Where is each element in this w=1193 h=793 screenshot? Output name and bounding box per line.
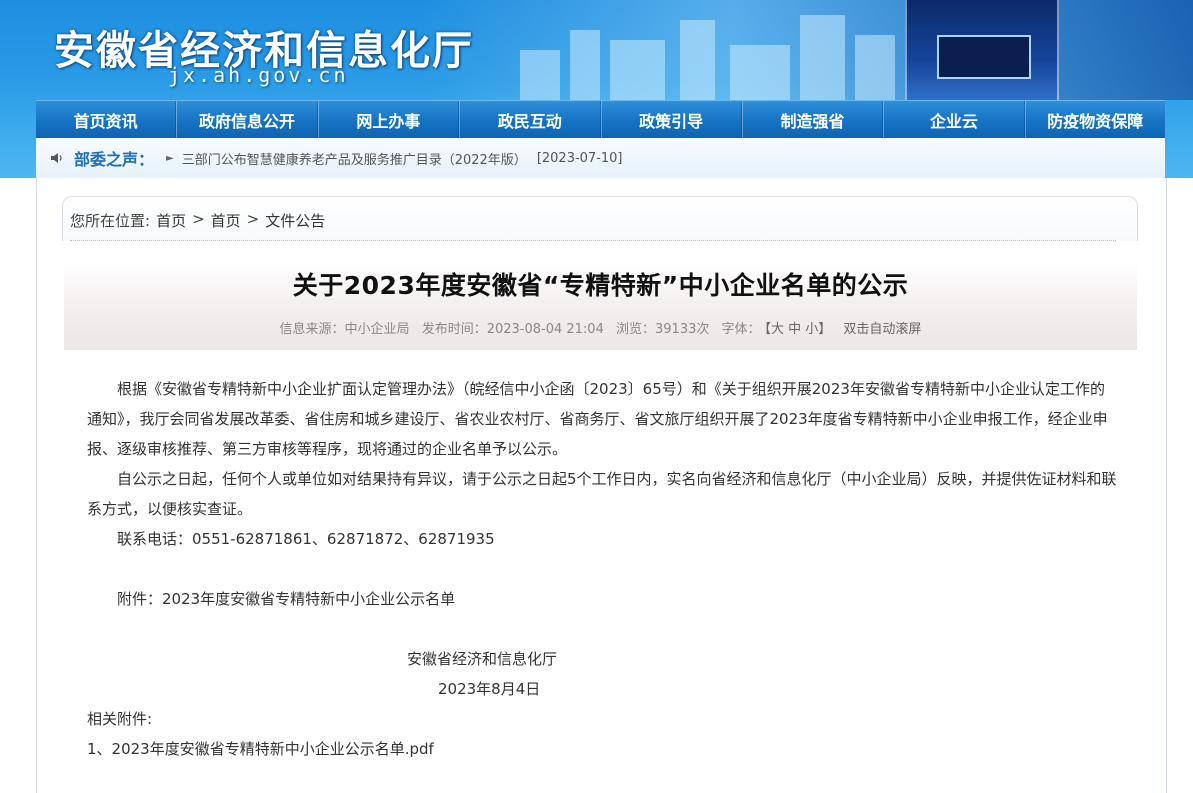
site-domain: jx.ah.gov.cn [168, 63, 349, 87]
banner-building [680, 20, 715, 100]
page-title: 关于2023年度安徽省“专精特新”中小企业名单的公示 [292, 271, 909, 300]
breadcrumb-separator: > [192, 210, 205, 228]
breadcrumb-prefix: 您所在位置: [70, 212, 151, 230]
breadcrumb-divider [70, 240, 1116, 241]
banner-building [800, 15, 845, 100]
signature: 安徽省经济和信息化厅 [407, 650, 558, 668]
breadcrumb-link-home[interactable]: 首页 [156, 210, 186, 231]
breadcrumb: 您所在位置: 首页 > 首页 > 文件公告 [70, 210, 325, 231]
main-nav: 首页资讯 政府信息公开 网上办事 政民互动 政策引导 制造强省 企业云 防疫物资… [36, 100, 1165, 139]
speaker-icon [50, 151, 64, 165]
banner-building [570, 30, 600, 100]
paragraph: 自公示之日起，任何个人或单位如对结果持有异议，请于公示之日起5个工作日内，实名向… [87, 470, 1117, 518]
nav-item-gov-info[interactable]: 政府信息公开 [176, 101, 318, 139]
meta-font-label: 字体： [721, 322, 761, 337]
attachment-file-link[interactable]: 1、2023年度安徽省专精特新中小企业公示名单.pdf [87, 734, 1117, 764]
font-size-switcher[interactable]: 【大 中 小】 [765, 322, 832, 337]
related-attachments-label: 相关附件: [87, 710, 153, 728]
nav-item-home-news[interactable]: 首页资讯 [36, 101, 177, 139]
meta-source: 信息来源：中小企业局 [279, 322, 410, 337]
banner-screen [937, 35, 1031, 79]
article-meta: 信息来源：中小企业局 发布时间：2023-08-04 21:04 浏览：3913… [64, 318, 1137, 337]
nav-item-online-services[interactable]: 网上办事 [317, 101, 460, 139]
auto-scroll-toggle[interactable]: 双击自动滚屏 [843, 322, 921, 337]
banner-building [520, 50, 560, 100]
notice-arrow-icon: ► [166, 152, 174, 164]
meta-views: 浏览：39133次 [616, 322, 710, 337]
banner-tower-image [905, 0, 1059, 100]
notice-label: 部委之声： [74, 150, 155, 169]
banner-building [855, 35, 895, 100]
signature-date: 2023年8月4日 [438, 680, 541, 698]
nav-item-epidemic-supplies[interactable]: 防疫物资保障 [1024, 101, 1165, 139]
paragraph: 根据《安徽省专精特新中小企业扩面认定管理办法》（皖经信中小企函〔2023〕65号… [87, 380, 1108, 458]
notice-link[interactable]: 三部门公布智慧健康养老产品及服务推广目录（2022年版） [182, 149, 527, 168]
nav-item-enterprise-cloud[interactable]: 企业云 [883, 101, 1025, 139]
notice-bar: 部委之声： ► 三部门公布智慧健康养老产品及服务推广目录（2022年版） [20… [36, 138, 1165, 178]
attachment-line: 附件：2023年度安徽省专精特新中小企业公示名单 [117, 590, 456, 608]
nav-item-manufacturing[interactable]: 制造强省 [741, 101, 884, 139]
banner-building [610, 40, 665, 100]
breadcrumb-link-announcements[interactable]: 文件公告 [265, 210, 325, 231]
notice-date: [2023-07-10] [536, 150, 623, 166]
nav-item-policy[interactable]: 政策引导 [600, 101, 742, 139]
article-body: 根据《安徽省专精特新中小企业扩面认定管理办法》（皖经信中小企函〔2023〕65号… [87, 374, 1117, 764]
breadcrumb-separator: > [246, 210, 260, 228]
meta-published: 发布时间：2023-08-04 21:04 [421, 322, 604, 337]
nav-item-interaction[interactable]: 政民互动 [459, 101, 601, 139]
breadcrumb-link-home-2[interactable]: 首页 [211, 210, 241, 231]
banner-building [730, 45, 790, 100]
paragraph-contact: 联系电话：0551-62871861、62871872、62871935 [117, 530, 495, 548]
